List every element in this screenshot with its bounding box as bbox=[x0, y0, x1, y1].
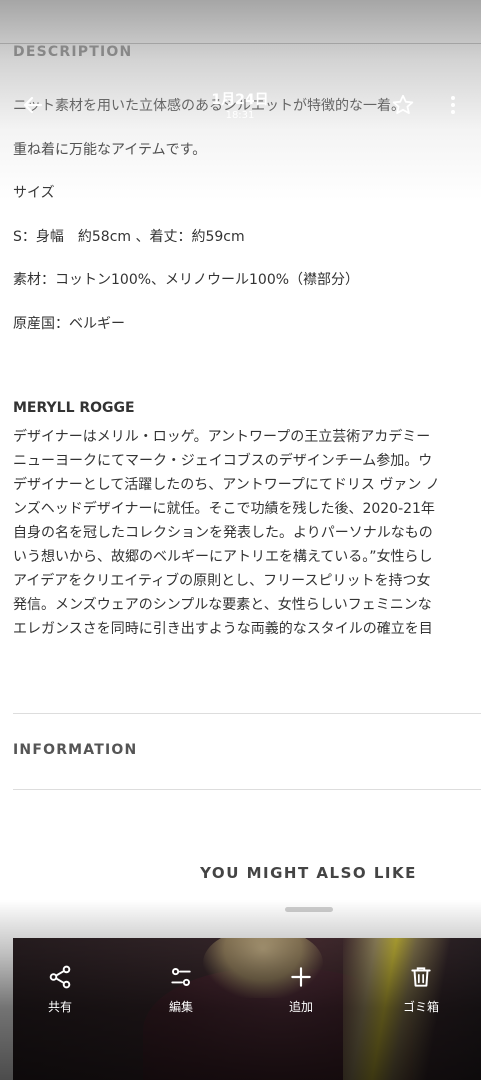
designer-bio-line: ンズヘッドデザイナーに就任。そこで功績を残した後、2020-21年 bbox=[13, 501, 435, 517]
divider bbox=[13, 713, 481, 714]
trash-button[interactable]: ゴミ箱 bbox=[376, 960, 466, 1015]
designer-bio-line: デザイナーとして活躍したのち、アントワープにてドリス ヴァン ノ bbox=[13, 477, 440, 493]
share-button[interactable]: 共有 bbox=[15, 960, 105, 1015]
designer-bio-line: いう想いから、故郷のベルギーにアトリエを構えている。”女性らし bbox=[13, 549, 433, 565]
favorite-button[interactable] bbox=[388, 90, 418, 120]
designer-bio-line: 自身の名を冠したコレクションを発表した。よりパーソナルなもの bbox=[13, 525, 433, 541]
star-outline-icon bbox=[392, 94, 414, 114]
photo-time: 18:31 bbox=[225, 110, 255, 121]
designer-bio-line: エレガンスさを同時に引き出すような両義的なスタイルの確立を目 bbox=[13, 621, 433, 637]
designer-bio-line: デザイナーはメリル・ロッゲ。アントワープの王立芸術アカデミー bbox=[13, 429, 431, 445]
back-arrow-icon bbox=[23, 96, 43, 114]
description-line: サイズ bbox=[13, 185, 55, 201]
trash-icon bbox=[411, 967, 431, 987]
description-line: 素材：コットン100%、メリノウール100%（襟部分） bbox=[13, 272, 360, 288]
back-button[interactable] bbox=[18, 90, 48, 120]
edit-sliders-icon bbox=[171, 968, 191, 986]
designer-bio-line: 発信。メンズウェアのシンプルな要素と、女性らしいフェミニンな bbox=[13, 597, 432, 613]
description-heading: DESCRIPTION bbox=[13, 44, 133, 60]
more-options-button[interactable] bbox=[441, 90, 465, 120]
trash-label: ゴミ箱 bbox=[402, 1000, 439, 1014]
product-detail-page: DESCRIPTION ニット素材を用いた立体感のあるシルエットが特徴的な一着。… bbox=[0, 0, 481, 1080]
divider bbox=[13, 789, 481, 790]
information-accordion[interactable]: INFORMATION bbox=[13, 742, 137, 758]
you-might-also-like-heading: YOU MIGHT ALSO LIKE bbox=[200, 864, 417, 882]
share-label: 共有 bbox=[47, 1000, 72, 1014]
share-icon bbox=[49, 965, 71, 989]
edit-button[interactable]: 編集 bbox=[136, 960, 226, 1015]
add-label: 追加 bbox=[288, 1000, 313, 1014]
header-divider bbox=[0, 43, 481, 44]
description-line: S：身幅 約58cm 、着丈：約59cm bbox=[13, 229, 245, 245]
sheet-handle[interactable] bbox=[285, 907, 333, 912]
description-line: 原産国：ベルギー bbox=[13, 316, 125, 332]
designer-bio-line: アイデアをクリエイティブの原則とし、フリースピリットを持つ女 bbox=[13, 573, 431, 589]
add-button[interactable]: 追加 bbox=[256, 960, 346, 1015]
more-vert-icon bbox=[451, 96, 455, 114]
description-line: 重ね着に万能なアイテムです。 bbox=[13, 142, 207, 158]
add-icon bbox=[291, 967, 311, 987]
photo-date: 1月24日 bbox=[211, 92, 269, 108]
designer-bio-line: ニューヨークにてマーク・ジェイコブスのデザインチーム参加。ウ bbox=[13, 453, 433, 469]
edit-label: 編集 bbox=[168, 1000, 193, 1014]
designer-title: MERYLL ROGGE bbox=[13, 400, 135, 416]
